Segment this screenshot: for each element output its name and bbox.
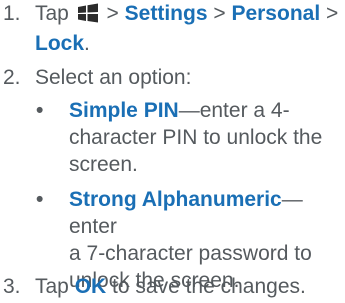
ok-link: OK xyxy=(74,275,107,298)
step-number: 1. xyxy=(3,2,21,25)
option-desc: —enter a 4- xyxy=(178,99,290,122)
option-name: Simple PIN xyxy=(69,99,179,122)
separator: > xyxy=(106,2,119,25)
settings-link: Settings xyxy=(124,2,208,25)
option-name: Strong Alphanumeric xyxy=(69,188,282,211)
bullet: • xyxy=(36,188,44,211)
option-desc: a 7-character password to xyxy=(69,242,312,265)
step-number: 3. xyxy=(3,275,21,298)
step-text: Select an option: xyxy=(35,66,192,89)
bullet: • xyxy=(36,99,44,122)
step-text: to save the changes. xyxy=(112,275,306,298)
separator: > xyxy=(326,2,339,25)
step-number: 2. xyxy=(3,66,21,89)
lock-link: Lock xyxy=(35,32,85,55)
personal-link: Personal xyxy=(231,2,321,25)
windows-start-icon xyxy=(77,3,99,30)
option-desc: character PIN to unlock the xyxy=(69,126,323,149)
step-text: Tap xyxy=(35,275,69,298)
option-desc: screen. xyxy=(69,153,138,176)
period: . xyxy=(84,32,90,55)
step-text: Tap xyxy=(35,2,69,25)
separator: > xyxy=(213,2,226,25)
